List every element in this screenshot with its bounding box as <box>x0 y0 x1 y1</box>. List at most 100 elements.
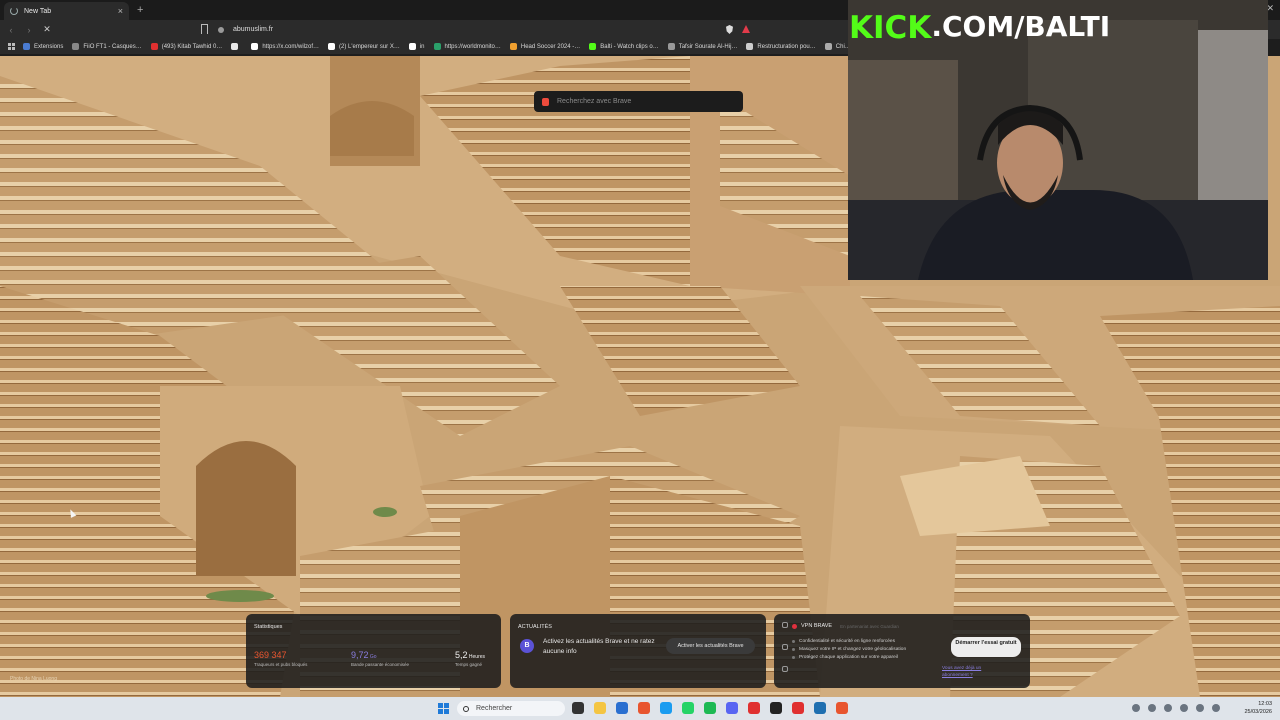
tab-new-tab[interactable]: New Tab × <box>4 2 129 20</box>
tab-title: New Tab <box>24 7 52 15</box>
taskbar-app-icon[interactable] <box>594 702 606 714</box>
vpn-subscription-link[interactable]: Vous avez déjà un abonnement ? <box>942 665 997 679</box>
bookmark-favicon-icon <box>824 43 832 50</box>
taskbar-app-icon[interactable] <box>682 702 694 714</box>
bookmark-item[interactable]: Tafsir Sourate Al-Hij… <box>667 43 738 50</box>
windows-start-icon[interactable] <box>438 703 449 714</box>
bookmark-item[interactable]: (2) L'empereur sur X… <box>328 43 400 50</box>
stat-trackers-value: 369 347 <box>254 650 287 660</box>
brave-search-box[interactable]: Recherchez avec Brave <box>534 91 743 112</box>
bookmark-item[interactable]: https://worldmonito… <box>433 43 501 50</box>
bookmark-favicon-icon <box>251 43 259 50</box>
stream-brand-banner: KICK .COM/BALTI <box>849 10 1110 46</box>
windows-taskbar: Rechercher 12:03 25/03/2026 <box>0 697 1280 720</box>
taskbar-app-icon[interactable] <box>792 702 804 714</box>
battery-icon[interactable] <box>1212 704 1220 712</box>
tray-icon[interactable] <box>1148 704 1156 712</box>
stat-bandwidth: 9,72 Go Bande passante économisée <box>351 650 409 667</box>
system-clock[interactable]: 12:03 25/03/2026 <box>1244 700 1272 716</box>
brave-logo-icon <box>542 97 549 106</box>
bookmark-item[interactable]: https://x.com/wilzof… <box>251 43 319 50</box>
bookmark-favicon-icon <box>746 43 754 50</box>
bookmark-item[interactable] <box>231 43 242 50</box>
bookmark-label: Balti - Watch clips o… <box>600 43 659 50</box>
vpn-status-icon <box>792 623 797 629</box>
bookmark-favicon-icon <box>509 43 517 50</box>
bookmark-label: https://worldmonito… <box>444 43 501 50</box>
taskbar-app-icon[interactable] <box>704 702 716 714</box>
tray-icon[interactable] <box>1132 704 1140 712</box>
vpn-subtitle: En partenariat avec Guardian <box>840 623 899 629</box>
taskbar-app-icon[interactable] <box>836 702 848 714</box>
wifi-icon[interactable] <box>1180 704 1188 712</box>
bookmark-item[interactable]: Head Soccer 2024 -… <box>509 43 580 50</box>
taskbar-search[interactable]: Rechercher <box>457 701 565 716</box>
stats-widget: Statistiques 369 347 Traqueurs et pubs b… <box>246 614 501 688</box>
bookmark-favicon-icon <box>72 43 80 50</box>
bookmark-label: Tafsir Sourate Al-Hij… <box>678 43 738 50</box>
stats-title: Statistiques <box>254 624 283 630</box>
bookmark-favicon-icon <box>667 43 675 50</box>
enable-news-button[interactable]: Activer les actualités Brave <box>666 638 755 654</box>
tray-icon[interactable] <box>1164 704 1172 712</box>
bookmark-item[interactable]: in <box>408 43 425 50</box>
bookmark-icon[interactable] <box>201 24 208 34</box>
back-button[interactable]: ‹ <box>4 25 18 35</box>
tab-close-icon[interactable]: × <box>118 6 123 16</box>
bookmark-item[interactable]: Restructuration pou… <box>746 43 816 50</box>
bookmark-label: FiiO FT1 - Casques… <box>83 43 142 50</box>
bookmark-label: Restructuration pou… <box>757 43 816 50</box>
bookmark-item[interactable]: Chi… <box>824 43 848 50</box>
channel-url-text: .COM/BALTI <box>931 10 1111 43</box>
bookmark-item[interactable]: Balti - Watch clips o… <box>589 43 659 50</box>
bookmark-item[interactable]: (493) Kitab Tawhid 0… <box>150 43 223 50</box>
search-icon <box>463 705 469 712</box>
forward-button[interactable]: › <box>22 25 36 35</box>
new-tab-button[interactable]: + <box>137 4 143 16</box>
bookmark-item[interactable]: Extensions <box>23 43 63 50</box>
widget-side-icons <box>782 622 788 672</box>
volume-icon[interactable] <box>1196 704 1204 712</box>
brave-rewards-icon[interactable] <box>742 25 750 33</box>
vpn-feature: Protégez chaque application sur votre ap… <box>792 654 920 662</box>
stat-time-value: 5,2 Heures <box>455 650 486 660</box>
bookmark-favicon-icon <box>408 43 416 50</box>
taskbar-app-icon[interactable] <box>726 702 738 714</box>
news-side-icon[interactable] <box>782 644 788 650</box>
taskbar-apps <box>572 702 848 714</box>
vpn-trial-button[interactable]: Démarrer l'essai gratuit <box>951 637 1021 657</box>
taskbar-app-icon[interactable] <box>770 702 782 714</box>
bookmark-label: Chi… <box>835 43 848 50</box>
search-placeholder: Recherchez avec Brave <box>557 98 632 105</box>
bookmark-label: (2) L'empereur sur X… <box>339 43 400 50</box>
stat-bandwidth-value: 9,72 Go <box>351 650 377 660</box>
bookmark-item[interactable]: FiiO FT1 - Casques… <box>72 43 142 50</box>
taskbar-app-icon[interactable] <box>660 702 672 714</box>
stat-trackers: 369 347 Traqueurs et pubs bloqués <box>254 650 307 667</box>
bookmark-label: (493) Kitab Tawhid 0… <box>161 43 223 50</box>
vpn-feature-list: Confidentialité et sécurité en ligne ren… <box>792 638 920 662</box>
vpn-side-icon[interactable] <box>782 666 788 672</box>
bookmark-favicon-icon <box>433 43 441 50</box>
stat-trackers-label: Traqueurs et pubs bloqués <box>254 662 308 667</box>
vpn-widget: VPN BRAVE En partenariat avec Guardian C… <box>774 614 1030 688</box>
bookmark-favicon-icon <box>589 43 597 50</box>
brave-news-icon: B <box>520 639 534 653</box>
vpn-title: VPN BRAVE <box>801 623 833 629</box>
clock-date: 25/03/2026 <box>1244 709 1272 715</box>
clock-time: 12:03 <box>1258 701 1272 707</box>
taskbar-app-icon[interactable] <box>572 702 584 714</box>
taskbar-app-icon[interactable] <box>616 702 628 714</box>
stat-time: 5,2 Heures Temps gagné <box>455 650 485 667</box>
screen: New Tab × + – ▢ ✕ ‹ › ✕ abumuslim.fr Ext… <box>0 0 1280 720</box>
loading-icon <box>10 7 18 15</box>
stop-loading-button[interactable]: ✕ <box>40 24 54 35</box>
taskbar-app-icon[interactable] <box>814 702 826 714</box>
taskbar-app-icon[interactable] <box>748 702 760 714</box>
apps-grid-icon[interactable] <box>8 43 15 50</box>
site-info-icon[interactable] <box>218 26 224 33</box>
taskbar-app-icon[interactable] <box>638 702 650 714</box>
photo-credit[interactable]: Photo de Nina Luong <box>10 676 57 682</box>
shield-side-icon[interactable] <box>782 622 788 628</box>
url-field[interactable]: abumuslim.fr <box>218 23 758 36</box>
